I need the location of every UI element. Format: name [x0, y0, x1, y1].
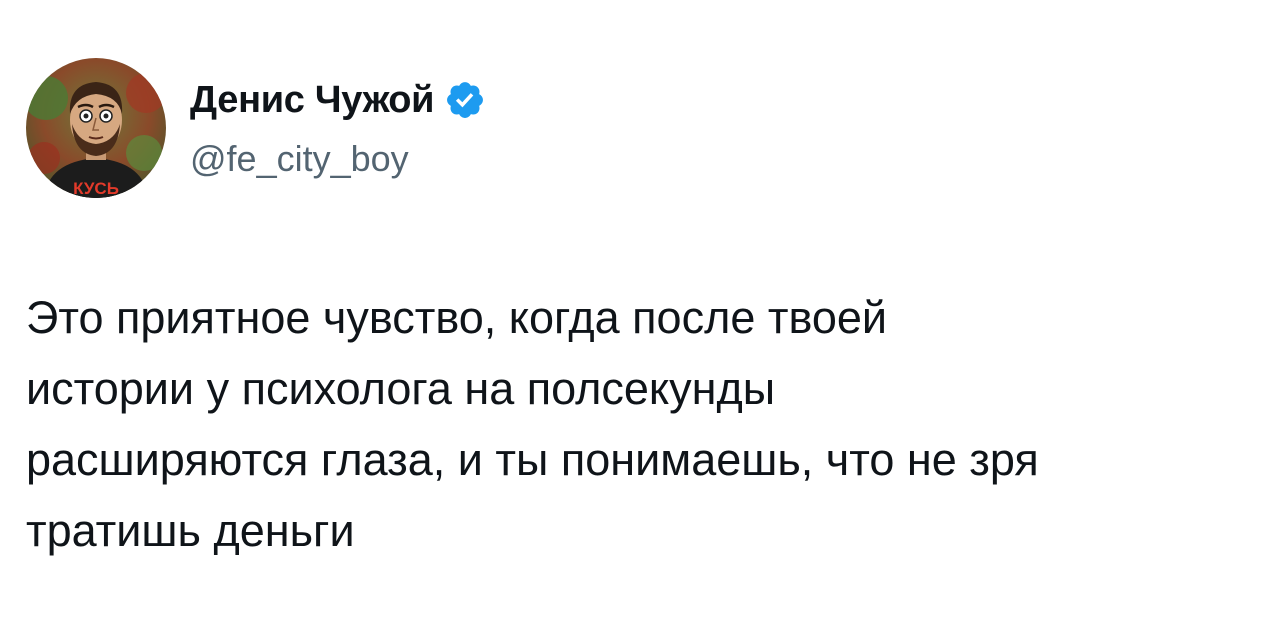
author-handle[interactable]: @fe_city_boy: [190, 138, 409, 180]
author-name-row: Денис Чужой: [190, 76, 486, 124]
avatar-portrait-icon: КУСЬ: [26, 58, 166, 198]
tweet-text-line: Это приятное чувство, когда после твоей: [26, 292, 888, 343]
tweet-text-line: тратишь деньги: [26, 505, 355, 556]
author-display-name[interactable]: Денис Чужой: [190, 79, 435, 122]
tweet-text-line: расширяются глаза, и ты понимаешь, что н…: [26, 434, 1039, 485]
tweet-card: КУСЬ Денис Чужой @fe_city_boy Это приятн…: [0, 0, 1280, 634]
verified-badge-icon[interactable]: [444, 79, 486, 121]
tweet-text: Это приятное чувство, когда после твоей …: [26, 282, 1266, 566]
author-avatar[interactable]: КУСЬ: [26, 58, 166, 198]
tweet-text-line: истории у психолога на полсекунды: [26, 363, 776, 414]
avatar-badge-text: КУСЬ: [73, 179, 119, 198]
